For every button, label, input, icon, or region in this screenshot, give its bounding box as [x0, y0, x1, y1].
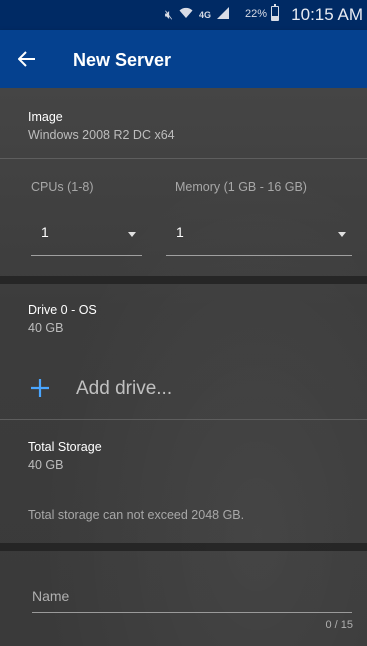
signal-icon	[217, 6, 229, 24]
plus-icon	[30, 375, 50, 403]
status-bar: 🔇︎ 4G 22% 10:15 AM	[0, 0, 367, 30]
memory-select-value: 1	[176, 224, 184, 240]
total-storage-value: 40 GB	[28, 458, 64, 472]
server-form: Image Windows 2008 R2 DC x64 CPUs (1-8) …	[0, 88, 367, 646]
drive-label: Drive 0 - OS	[28, 303, 97, 317]
name-field[interactable]	[32, 580, 352, 613]
image-value: Windows 2008 R2 DC x64	[28, 128, 175, 142]
cpus-select-value: 1	[41, 224, 49, 240]
app-bar: New Server	[0, 30, 367, 88]
cpus-label: CPUs (1-8)	[31, 180, 94, 194]
total-storage-label: Total Storage	[28, 440, 102, 454]
memory-select[interactable]: 1	[166, 215, 352, 256]
storage-limit-note: Total storage can not exceed 2048 GB.	[28, 508, 245, 522]
memory-label: Memory (1 GB - 16 GB)	[175, 180, 307, 194]
name-char-counter: 0 / 15	[325, 619, 353, 631]
mute-icon: 🔇︎	[164, 7, 173, 22]
back-button[interactable]	[17, 44, 48, 74]
drive-size: 40 GB	[28, 321, 64, 335]
dropdown-arrow-icon	[128, 232, 136, 237]
section-separator	[0, 543, 367, 551]
image-row[interactable]: Image Windows 2008 R2 DC x64	[0, 88, 367, 158]
divider	[0, 158, 367, 159]
image-label: Image	[28, 110, 63, 124]
divider	[0, 419, 367, 420]
add-drive-button[interactable]: Add drive...	[30, 374, 172, 404]
battery-percentage: 22%	[244, 8, 267, 20]
lte-icon: 4G	[198, 10, 211, 20]
page-title: New Server	[73, 50, 172, 70]
drive-row[interactable]: Drive 0 - OS 40 GB	[0, 288, 367, 348]
status-icons: 🔇︎ 4G	[165, 6, 229, 24]
dropdown-arrow-icon	[338, 232, 346, 237]
battery-icon	[271, 4, 279, 21]
add-drive-label: Add drive...	[76, 378, 173, 399]
cpus-select[interactable]: 1	[31, 215, 142, 256]
wifi-icon	[179, 6, 193, 24]
arrow-left-icon	[17, 51, 35, 67]
section-separator	[0, 276, 367, 284]
name-input[interactable]	[32, 580, 352, 612]
status-time: 10:15 AM	[291, 5, 363, 24]
